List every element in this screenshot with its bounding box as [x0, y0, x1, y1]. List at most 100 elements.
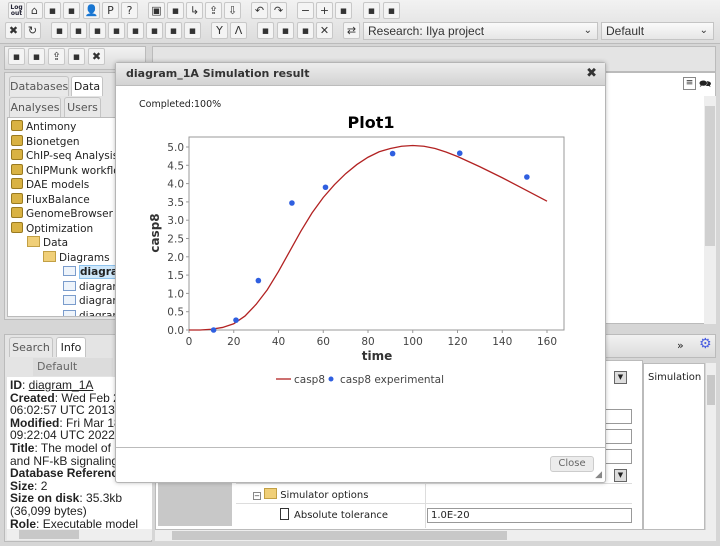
- y-tick-label: 1.5: [167, 270, 184, 282]
- tree-item-label: Antimony: [26, 121, 77, 133]
- layout-graph-icon[interactable]: ▪: [257, 22, 274, 39]
- chat-icon[interactable]: 🗪: [699, 77, 713, 90]
- prop-input[interactable]: [605, 429, 632, 444]
- info-view-selector[interactable]: Default: [33, 358, 113, 376]
- x-tick-label: 20: [227, 336, 240, 348]
- simulation-status-panel: Simulation st: [643, 363, 705, 530]
- data-point: [289, 200, 295, 206]
- help-icon[interactable]: ?: [121, 2, 138, 19]
- fork-icon[interactable]: Y: [211, 22, 228, 39]
- close-icon[interactable]: ✖: [586, 63, 597, 85]
- logout-label: Logout: [10, 4, 23, 17]
- remove-icon[interactable]: ✖: [5, 22, 22, 39]
- remove-icon[interactable]: ✖: [88, 48, 105, 65]
- folder-icon: [27, 236, 40, 247]
- copy-icon[interactable]: ▪: [167, 2, 184, 19]
- dropdown-button[interactable]: ▼: [614, 371, 627, 384]
- layout-color-icon[interactable]: ▪: [277, 22, 294, 39]
- zoom-out-icon[interactable]: −: [297, 2, 314, 19]
- x-tick-label: 40: [272, 336, 285, 348]
- absolute-tolerance-input[interactable]: 1.0E-20: [427, 508, 632, 523]
- x-tick-label: 160: [537, 336, 557, 348]
- upload-icon[interactable]: ⇪: [205, 2, 222, 19]
- align-middle-icon[interactable]: ▪: [70, 22, 87, 39]
- distribute-h-icon[interactable]: ▪: [165, 22, 182, 39]
- zoom-in-icon[interactable]: +: [316, 2, 333, 19]
- collapse-icon[interactable]: −: [253, 492, 261, 500]
- align-center-icon[interactable]: ▪: [127, 22, 144, 39]
- home-icon[interactable]: ⌂: [26, 2, 43, 19]
- prop-input[interactable]: [605, 409, 632, 424]
- checklist-icon[interactable]: ▪: [383, 2, 400, 19]
- expand-icon[interactable]: »: [677, 339, 684, 352]
- tab-analyses[interactable]: Analyses: [9, 97, 61, 117]
- prop-input[interactable]: [605, 449, 632, 464]
- import-icon[interactable]: ↳: [186, 2, 203, 19]
- resize-handle[interactable]: ◢: [595, 470, 602, 480]
- y-tick-label: 2.5: [167, 234, 184, 246]
- close-button[interactable]: Close: [550, 456, 594, 472]
- upload-icon[interactable]: ⇪: [48, 48, 65, 65]
- view-select[interactable]: Default ⌄: [601, 22, 714, 40]
- y-tick-label: 3.0: [167, 215, 184, 227]
- tab-info[interactable]: Info: [56, 337, 86, 357]
- x-tick-label: 100: [403, 336, 423, 348]
- tree-item-label: GenomeBrowser: [26, 208, 113, 220]
- y-tick-label: 2.0: [167, 252, 184, 264]
- tree-item-label: ChIP-seq Analysis: [26, 150, 119, 162]
- edge-icon[interactable]: ▪: [363, 2, 380, 19]
- undo-icon[interactable]: ↶: [251, 2, 268, 19]
- y-tick-label: 1.0: [167, 288, 184, 300]
- tab-databases[interactable]: Databases: [9, 76, 69, 96]
- align-left-icon[interactable]: ▪: [108, 22, 125, 39]
- refresh-icon[interactable]: ↻: [24, 22, 41, 39]
- sync-icon[interactable]: ⇄: [343, 22, 360, 39]
- folder-icon: [43, 250, 56, 262]
- p-icon[interactable]: P: [102, 2, 119, 19]
- redo-icon[interactable]: ↷: [270, 2, 287, 19]
- copy-icon[interactable]: ▪: [68, 48, 85, 65]
- data-point: [456, 150, 463, 157]
- join-icon[interactable]: Λ: [230, 22, 247, 39]
- open-icon[interactable]: ▪: [8, 48, 25, 65]
- dropdown-button[interactable]: ▼: [614, 469, 627, 482]
- delete-node-icon[interactable]: ✕: [316, 22, 333, 39]
- chart-icon[interactable]: ▪: [28, 48, 45, 65]
- user-icon[interactable]: 👤: [83, 2, 100, 19]
- absolute-tolerance-row: Absolute tolerance: [280, 508, 388, 521]
- copy-node-icon[interactable]: ▪: [297, 22, 314, 39]
- simulator-options-row[interactable]: − Simulator options: [253, 488, 368, 501]
- diagram-icon: [63, 295, 76, 305]
- gear-icon[interactable]: ⚙: [699, 337, 714, 352]
- data-point: [233, 317, 239, 323]
- tree-item-label: Data: [43, 237, 69, 249]
- tab-data[interactable]: Data: [71, 76, 103, 96]
- x-axis-label: time: [362, 349, 393, 363]
- align-right-icon[interactable]: ▪: [146, 22, 163, 39]
- list-icon[interactable]: ≡: [683, 77, 696, 90]
- project-select[interactable]: Research: Ilya project ⌄: [363, 22, 598, 40]
- layout-icon[interactable]: ▪: [44, 2, 61, 19]
- logout-button[interactable]: Logout: [8, 2, 25, 19]
- file-icon: [280, 508, 289, 520]
- data-point: [389, 150, 396, 157]
- fit-icon[interactable]: ▪: [335, 2, 352, 19]
- align-top-icon[interactable]: ▪: [51, 22, 68, 39]
- tab-users[interactable]: Users: [64, 97, 101, 117]
- download-icon[interactable]: ⇩: [224, 2, 241, 19]
- x-tick-label: 60: [317, 336, 330, 348]
- props-hscrollbar[interactable]: [155, 530, 716, 541]
- tab-search[interactable]: Search: [9, 337, 53, 357]
- props-vscrollbar[interactable]: [706, 363, 716, 530]
- data-point: [255, 277, 262, 284]
- diagram-icon: [63, 266, 76, 276]
- info-hscrollbar[interactable]: [7, 529, 152, 540]
- save-icon[interactable]: ▣: [148, 2, 165, 19]
- title-value: The model of: [40, 440, 111, 455]
- align-bottom-icon[interactable]: ▪: [89, 22, 106, 39]
- panel-icon[interactable]: ▪: [63, 2, 80, 19]
- diagram-icon: [63, 309, 76, 316]
- x-tick-label: 80: [361, 336, 374, 348]
- canvas-vscrollbar[interactable]: [704, 96, 716, 324]
- distribute-v-icon[interactable]: ▪: [184, 22, 201, 39]
